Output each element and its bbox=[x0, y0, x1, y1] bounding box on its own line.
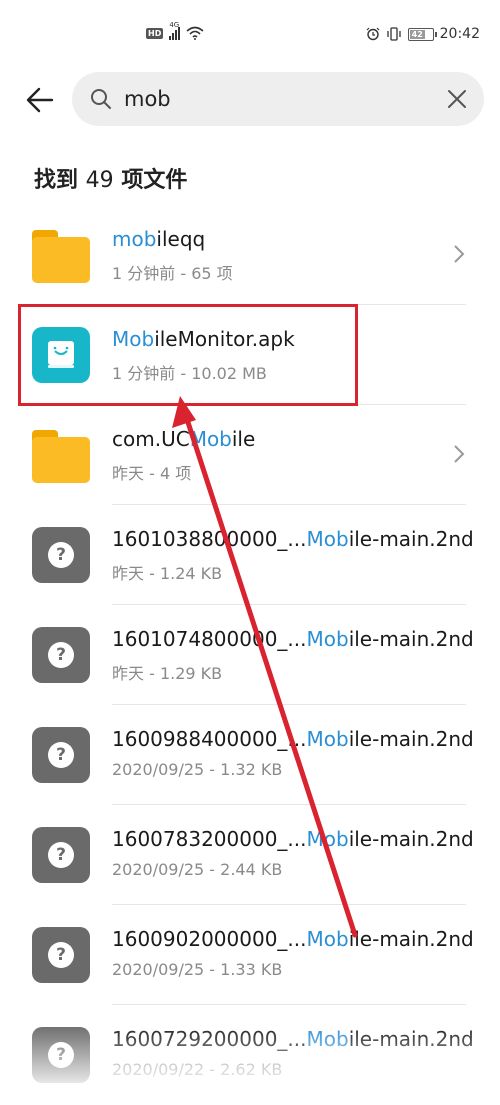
file-meta: 2020/09/25 - 1.32 KB bbox=[112, 760, 283, 779]
status-bar: HD 4G 42 20:42 bbox=[0, 0, 500, 70]
result-number: 49 bbox=[85, 168, 114, 193]
battery-icon: 42 bbox=[407, 27, 437, 41]
file-meta: 2020/09/22 - 2.62 KB bbox=[112, 1060, 283, 1079]
vibrate-icon bbox=[386, 27, 401, 41]
status-right: 42 20:42 bbox=[366, 26, 480, 42]
file-name: MobileMonitor.apk bbox=[112, 327, 295, 351]
chevron-right-icon bbox=[454, 245, 465, 263]
file-meta: 1 分钟前 - 10.02 MB bbox=[112, 364, 267, 383]
file-item[interactable]: ? 1601074800000_...Mobile-main.2nd 昨天 - … bbox=[0, 605, 500, 705]
unknown-file-icon: ? bbox=[32, 627, 90, 683]
unknown-file-icon: ? bbox=[32, 827, 90, 883]
file-list: mobileqq 1 分钟前 - 65 项 MobileMonitor.apk … bbox=[0, 205, 500, 1105]
file-name: 1601038800000_...Mobile-main.2nd bbox=[112, 527, 474, 551]
file-item[interactable]: ? 1601038800000_...Mobile-main.2nd 昨天 - … bbox=[0, 505, 500, 605]
wifi-icon bbox=[186, 26, 204, 40]
unknown-file-icon: ? bbox=[32, 727, 90, 783]
alarm-icon bbox=[366, 27, 380, 41]
hd-badge: HD bbox=[146, 27, 164, 39]
unknown-file-icon: ? bbox=[32, 1027, 90, 1083]
status-left: HD 4G bbox=[146, 21, 204, 40]
search-bar[interactable] bbox=[72, 72, 484, 126]
file-item[interactable]: ? 1600783200000_...Mobile-main.2nd 2020/… bbox=[0, 805, 500, 905]
status-time: 20:42 bbox=[439, 26, 480, 42]
signal-icon: 4G bbox=[169, 21, 181, 40]
back-button[interactable] bbox=[22, 82, 58, 118]
close-icon[interactable] bbox=[446, 88, 468, 110]
network-type: 4G bbox=[169, 21, 180, 29]
file-name: mobileqq bbox=[112, 227, 206, 251]
file-item[interactable]: ? 1600902000000_...Mobile-main.2nd 2020/… bbox=[0, 905, 500, 1005]
file-meta: 2020/09/25 - 1.33 KB bbox=[112, 960, 283, 979]
apk-app-icon bbox=[32, 327, 90, 383]
folder-icon bbox=[32, 427, 90, 483]
file-name: 1600902000000_...Mobile-main.2nd bbox=[112, 927, 474, 951]
file-item-com-ucmobile[interactable]: com.UCMobile 昨天 - 4 项 bbox=[0, 405, 500, 505]
result-count: 找到 49 项文件 bbox=[34, 162, 187, 194]
chevron-right-icon bbox=[454, 445, 465, 463]
file-name: 1600729200000_...Mobile-main.2nd bbox=[112, 1027, 474, 1051]
unknown-file-icon: ? bbox=[32, 927, 90, 983]
folder-icon bbox=[32, 227, 90, 283]
file-item-mobilemonitor-apk[interactable]: MobileMonitor.apk 1 分钟前 - 10.02 MB bbox=[0, 305, 500, 405]
result-suffix: 项文件 bbox=[113, 168, 188, 193]
file-name: com.UCMobile bbox=[112, 427, 256, 451]
file-item[interactable]: ? 1600729200000_...Mobile-main.2nd 2020/… bbox=[0, 1005, 500, 1105]
unknown-file-icon: ? bbox=[32, 527, 90, 583]
file-meta: 1 分钟前 - 65 项 bbox=[112, 264, 233, 283]
result-prefix: 找到 bbox=[34, 168, 86, 193]
search-input[interactable] bbox=[122, 86, 426, 112]
battery-level: 42 bbox=[409, 29, 425, 39]
file-name: 1600783200000_...Mobile-main.2nd bbox=[112, 827, 474, 851]
file-meta: 2020/09/25 - 2.44 KB bbox=[112, 860, 283, 879]
file-item-mobileqq[interactable]: mobileqq 1 分钟前 - 65 项 bbox=[0, 205, 500, 305]
file-item[interactable]: ? 1600988400000_...Mobile-main.2nd 2020/… bbox=[0, 705, 500, 805]
arrow-left-icon bbox=[26, 87, 54, 113]
file-meta: 昨天 - 1.24 KB bbox=[112, 564, 223, 583]
file-name: 1600988400000_...Mobile-main.2nd bbox=[112, 727, 474, 751]
file-meta: 昨天 - 1.29 KB bbox=[112, 664, 223, 683]
search-icon bbox=[91, 89, 111, 109]
file-name: 1601074800000_...Mobile-main.2nd bbox=[112, 627, 474, 651]
file-meta: 昨天 - 4 项 bbox=[112, 464, 192, 483]
